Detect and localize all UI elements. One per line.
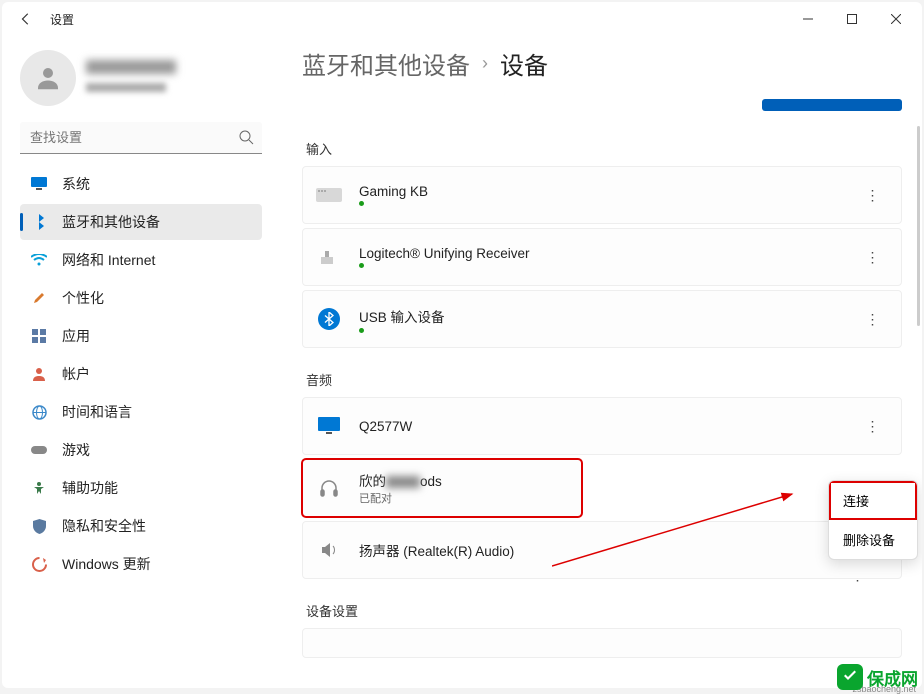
window-title: 设置 xyxy=(50,11,74,28)
bluetooth-circle-icon xyxy=(315,305,343,333)
maximize-button[interactable] xyxy=(830,5,874,33)
section-device-settings-title: 设备设置 xyxy=(306,601,902,620)
more-button[interactable]: ⋮ xyxy=(857,179,889,211)
nav-label: 蓝牙和其他设备 xyxy=(62,212,160,232)
more-button[interactable]: ⋮ xyxy=(857,303,889,335)
more-button[interactable]: ⋮ xyxy=(857,241,889,273)
device-row-speaker[interactable]: 扬声器 (Realtek(R) Audio) ⋮ xyxy=(302,521,902,579)
section-audio-title: 音频 xyxy=(306,370,902,389)
titlebar: 设置 xyxy=(2,2,922,36)
nav-label: 帐户 xyxy=(62,364,90,384)
nav-accessibility[interactable]: 辅助功能 xyxy=(20,470,262,506)
nav-update[interactable]: Windows 更新 xyxy=(20,546,262,582)
nav-label: 应用 xyxy=(62,326,90,346)
breadcrumb-parent[interactable]: 蓝牙和其他设备 xyxy=(302,46,470,81)
status-dot xyxy=(359,328,364,333)
minimize-button[interactable] xyxy=(786,5,830,33)
search-input[interactable] xyxy=(20,122,262,154)
profile-email xyxy=(86,83,166,92)
nav-accounts[interactable]: 帐户 xyxy=(20,356,262,392)
status-dot xyxy=(359,201,364,206)
speaker-icon xyxy=(315,536,343,564)
keyboard-icon xyxy=(315,181,343,209)
nav-label: 网络和 Internet xyxy=(62,250,155,270)
update-icon xyxy=(30,555,48,573)
nav-label: 隐私和安全性 xyxy=(62,516,146,536)
profile-block[interactable] xyxy=(20,50,262,106)
nav-list: 系统 蓝牙和其他设备 网络和 Internet 个性化 应用 帐户 时间和语言 … xyxy=(20,166,262,584)
nav-apps[interactable]: 应用 xyxy=(20,318,262,354)
breadcrumb-current: 设备 xyxy=(500,46,548,81)
device-row-usb-input[interactable]: USB 输入设备 ⋮ xyxy=(302,290,902,348)
nav-bluetooth[interactable]: 蓝牙和其他设备 xyxy=(20,204,262,240)
device-row-logitech[interactable]: Logitech® Unifying Receiver ⋮ xyxy=(302,228,902,286)
device-name: Logitech® Unifying Receiver xyxy=(359,246,530,261)
apps-icon xyxy=(30,327,48,345)
gamepad-icon xyxy=(30,441,48,459)
device-name: 欣的ods xyxy=(359,470,442,490)
back-button[interactable] xyxy=(14,7,38,31)
search-icon xyxy=(238,129,254,150)
watermark: 保成网 xyxy=(837,664,918,690)
nav-privacy[interactable]: 隐私和安全性 xyxy=(20,508,262,544)
nav-time-language[interactable]: 时间和语言 xyxy=(20,394,262,430)
receiver-icon xyxy=(315,243,343,271)
close-button[interactable] xyxy=(874,5,918,33)
person-icon xyxy=(30,365,48,383)
scrollbar[interactable] xyxy=(917,126,920,326)
shield-icon xyxy=(30,517,48,535)
device-name: 扬声器 (Realtek(R) Audio) xyxy=(359,540,514,560)
brush-icon xyxy=(30,289,48,307)
section-input-title: 输入 xyxy=(306,139,902,158)
sidebar: 系统 蓝牙和其他设备 网络和 Internet 个性化 应用 帐户 时间和语言 … xyxy=(2,36,272,688)
context-menu: 连接 删除设备 xyxy=(828,480,918,560)
device-name: Q2577W xyxy=(359,419,412,434)
device-name: Gaming KB xyxy=(359,184,428,199)
device-row-headphones[interactable]: 欣的ods 已配对 xyxy=(302,459,582,517)
nav-label: 辅助功能 xyxy=(62,478,118,498)
watermark-text: 保成网 xyxy=(867,665,918,690)
nav-system[interactable]: 系统 xyxy=(20,166,262,202)
add-device-bar[interactable] xyxy=(762,99,902,111)
more-button[interactable]: ⋮ xyxy=(857,410,889,442)
profile-name xyxy=(86,60,176,74)
nav-network[interactable]: 网络和 Internet xyxy=(20,242,262,278)
bluetooth-icon xyxy=(30,213,48,231)
nav-gaming[interactable]: 游戏 xyxy=(20,432,262,468)
device-sub: 已配对 xyxy=(359,490,442,506)
nav-label: 系统 xyxy=(62,174,90,194)
main-panel: 蓝牙和其他设备 › 设备 输入 Gaming KB ⋮ Logitech® Un… xyxy=(272,36,922,688)
device-row-monitor[interactable]: Q2577W ⋮ xyxy=(302,397,902,455)
avatar xyxy=(20,50,76,106)
headphones-icon xyxy=(315,474,343,502)
nav-label: 时间和语言 xyxy=(62,402,132,422)
wifi-icon xyxy=(30,251,48,269)
chevron-right-icon: › xyxy=(482,53,488,74)
monitor-blue-icon xyxy=(315,412,343,440)
status-dot xyxy=(359,263,364,268)
nav-personalization[interactable]: 个性化 xyxy=(20,280,262,316)
nav-label: 个性化 xyxy=(62,288,104,308)
breadcrumb: 蓝牙和其他设备 › 设备 xyxy=(302,46,902,81)
context-connect[interactable]: 连接 xyxy=(829,481,917,520)
watermark-badge-icon xyxy=(837,664,863,690)
nav-label: 游戏 xyxy=(62,440,90,460)
globe-icon xyxy=(30,403,48,421)
device-settings-row[interactable] xyxy=(302,628,902,658)
monitor-icon xyxy=(30,175,48,193)
device-name: USB 输入设备 xyxy=(359,306,445,326)
accessibility-icon xyxy=(30,479,48,497)
nav-label: Windows 更新 xyxy=(62,554,151,574)
device-row-gaming-kb[interactable]: Gaming KB ⋮ xyxy=(302,166,902,224)
context-remove[interactable]: 删除设备 xyxy=(829,520,917,559)
